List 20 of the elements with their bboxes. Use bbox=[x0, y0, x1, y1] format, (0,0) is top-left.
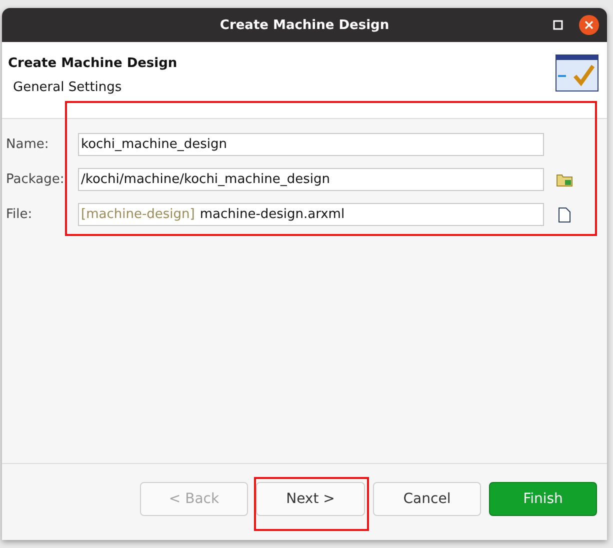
maximize-icon[interactable] bbox=[553, 20, 563, 30]
text-field[interactable]: kochi_machine_design bbox=[78, 133, 544, 156]
field-label: Name: bbox=[6, 137, 50, 152]
text-field[interactable]: [machine-design] machine-design.arxml bbox=[78, 203, 544, 226]
wizard-button[interactable]: Cancel bbox=[373, 482, 481, 516]
close-icon[interactable] bbox=[579, 15, 599, 35]
field-label: File: bbox=[6, 207, 34, 222]
wizard-button[interactable]: Next > bbox=[256, 482, 365, 516]
field-value: machine-design.arxml bbox=[200, 207, 345, 222]
field-value: /kochi/machine/kochi_machine_design bbox=[81, 172, 330, 187]
folder-prefix: [machine-design] bbox=[81, 207, 195, 222]
field-label: Package: bbox=[6, 172, 66, 187]
window-title: Create Machine Design bbox=[220, 18, 390, 32]
folder-icon[interactable] bbox=[556, 172, 572, 186]
file-icon[interactable] bbox=[558, 206, 570, 222]
page-title: Create Machine Design bbox=[8, 56, 178, 71]
page-subtitle: General Settings bbox=[12, 80, 123, 95]
text-field[interactable]: /kochi/machine/kochi_machine_design bbox=[78, 168, 544, 191]
wizard-icon bbox=[555, 54, 599, 92]
field-value: kochi_machine_design bbox=[81, 137, 228, 152]
